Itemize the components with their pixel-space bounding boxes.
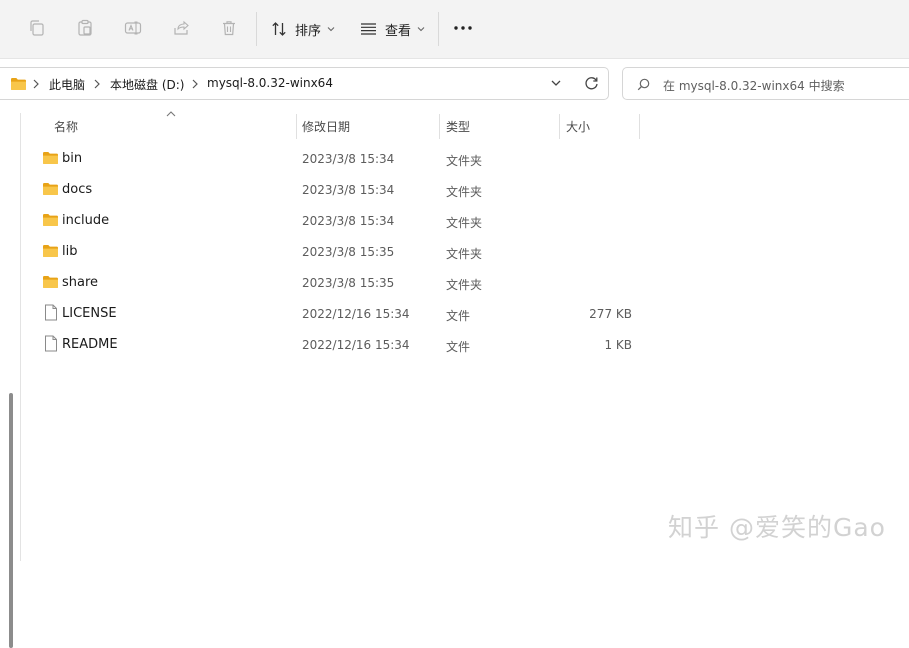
file-name: share (62, 275, 99, 290)
file-row[interactable]: LICENSE 2022/12/16 15:34 文件 277 KB (22, 299, 642, 330)
file-icon (44, 335, 58, 356)
file-type: 文件夹 (446, 278, 483, 292)
file-row[interactable]: lib 2023/3/8 15:35 文件夹 (22, 237, 642, 268)
sort-menu-button[interactable]: 排序 (271, 17, 335, 41)
copy-icon (30, 20, 44, 36)
file-size: 1 KB (604, 338, 632, 352)
folder-icon (42, 274, 59, 293)
sort-label: 排序 (295, 23, 322, 39)
file-icon (44, 304, 58, 325)
breadcrumb-this-pc[interactable]: 此电脑 (49, 76, 85, 93)
address-bar[interactable]: 此电脑 本地磁盘 (D:) mysql-8.0.32-winx64 (0, 67, 609, 100)
watermark-text: 知乎 @爱笑的Gao (668, 513, 886, 542)
folder-icon (42, 212, 59, 231)
folder-icon (42, 181, 59, 200)
column-divider[interactable] (559, 114, 560, 139)
file-name: LICENSE (62, 306, 117, 321)
file-type: 文件 (446, 340, 471, 354)
navigation-pane (0, 113, 21, 648)
column-header-type[interactable]: 类型 (446, 118, 470, 135)
search-icon (637, 78, 650, 91)
chevron-right-icon (192, 79, 198, 89)
more-options-button[interactable] (451, 16, 475, 40)
column-divider[interactable] (296, 114, 297, 139)
file-row[interactable]: docs 2023/3/8 15:34 文件夹 (22, 175, 642, 206)
view-list-icon (361, 23, 376, 35)
file-modified-date: 2023/3/8 15:34 (302, 183, 395, 197)
file-modified-date: 2023/3/8 15:34 (302, 214, 395, 228)
file-type: 文件夹 (446, 247, 483, 261)
breadcrumb-local-disk-d[interactable]: 本地磁盘 (D:) (110, 76, 184, 93)
refresh-icon[interactable] (584, 76, 599, 91)
column-header-size[interactable]: 大小 (566, 118, 590, 135)
file-name: bin (62, 151, 83, 166)
toolbar-separator (256, 12, 257, 46)
nav-pane-scrollbar[interactable] (9, 393, 13, 648)
file-name: README (62, 337, 118, 352)
paste-button[interactable] (73, 16, 97, 40)
file-modified-date: 2023/3/8 15:34 (302, 152, 395, 166)
chevron-down-icon (417, 27, 425, 32)
chevron-right-icon (33, 79, 39, 89)
file-modified-date: 2023/3/8 15:35 (302, 245, 395, 259)
view-label: 查看 (385, 23, 412, 39)
file-name: docs (62, 182, 93, 197)
file-name: include (62, 213, 110, 228)
file-row[interactable]: include 2023/3/8 15:34 文件夹 (22, 206, 642, 237)
file-type: 文件夹 (446, 216, 483, 230)
copy-button[interactable] (25, 16, 49, 40)
more-dots-icon (454, 26, 472, 30)
folder-icon (42, 150, 59, 169)
paste-icon (78, 19, 92, 36)
file-row[interactable]: README 2022/12/16 15:34 文件 1 KB (22, 330, 642, 361)
address-history-dropdown[interactable] (550, 78, 562, 88)
share-icon (174, 20, 189, 35)
file-modified-date: 2023/3/8 15:35 (302, 276, 395, 290)
file-modified-date: 2022/12/16 15:34 (302, 307, 410, 321)
file-type: 文件 (446, 309, 471, 323)
share-button[interactable] (169, 16, 193, 40)
sort-ascending-icon (166, 111, 176, 117)
column-divider[interactable] (639, 114, 640, 139)
delete-button[interactable] (217, 16, 241, 40)
file-name: lib (62, 244, 78, 259)
file-type: 文件夹 (446, 185, 483, 199)
view-menu-button[interactable]: 查看 (360, 17, 425, 41)
rename-icon (124, 21, 142, 35)
search-placeholder: 在 mysql-8.0.32-winx64 中搜索 (663, 79, 845, 93)
file-row[interactable]: share 2023/3/8 15:35 文件夹 (22, 268, 642, 299)
breadcrumb-mysql-folder[interactable]: mysql-8.0.32-winx64 (207, 76, 333, 90)
trash-icon (223, 21, 235, 36)
chevron-down-icon (327, 27, 335, 32)
column-divider[interactable] (439, 114, 440, 139)
file-type: 文件夹 (446, 154, 483, 168)
column-header-name[interactable]: 名称 (54, 118, 78, 135)
file-row[interactable]: bin 2023/3/8 15:34 文件夹 (22, 144, 642, 175)
file-size: 277 KB (589, 307, 632, 321)
file-modified-date: 2022/12/16 15:34 (302, 338, 410, 352)
sort-icon (272, 22, 286, 36)
chevron-right-icon (94, 79, 100, 89)
toolbar-separator (438, 12, 439, 46)
column-header-modified[interactable]: 修改日期 (302, 118, 350, 135)
command-bar: 排序 查看 (0, 0, 909, 59)
folder-icon (42, 243, 59, 262)
search-input[interactable]: 在 mysql-8.0.32-winx64 中搜索 (622, 67, 909, 100)
rename-button[interactable] (121, 16, 145, 40)
folder-icon (11, 78, 26, 90)
